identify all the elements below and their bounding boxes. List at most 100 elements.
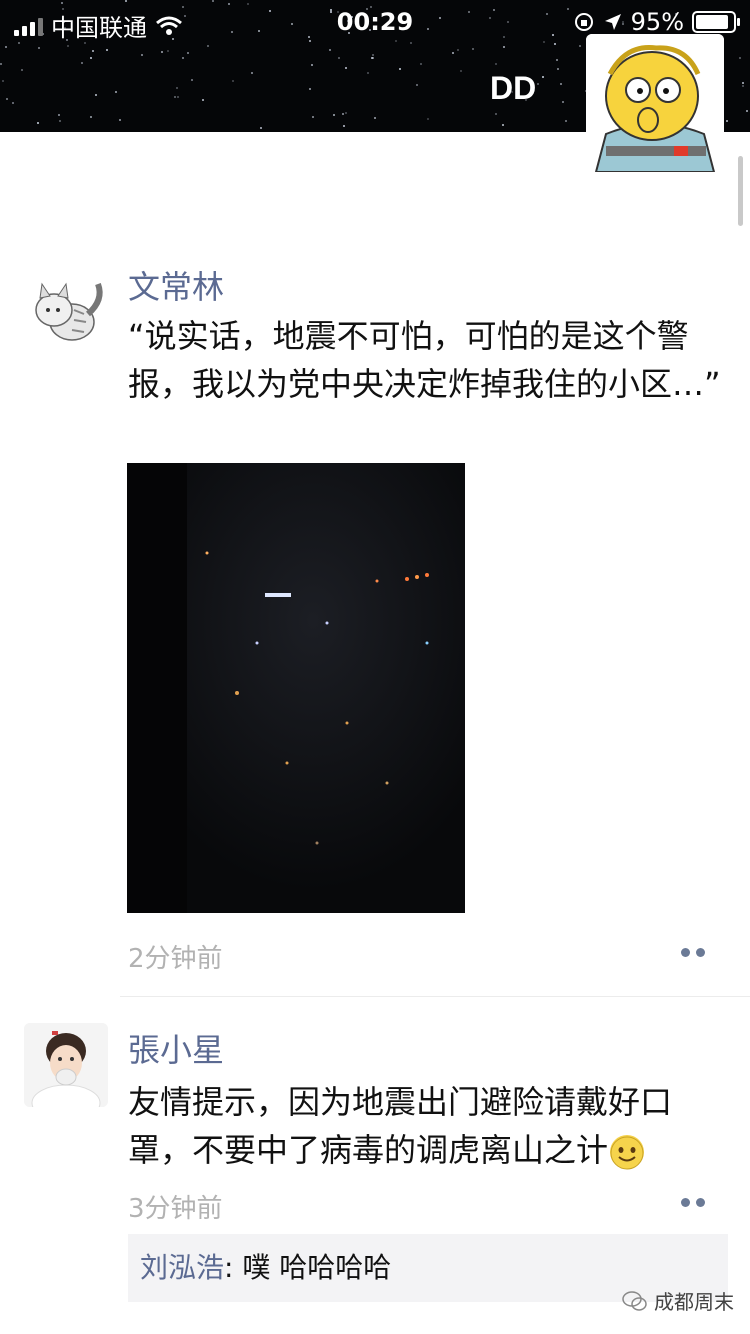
star-dot xyxy=(174,96,176,98)
comment[interactable]: 刘泓浩: 噗 哈哈哈哈 xyxy=(140,1246,391,1286)
star-dot xyxy=(67,45,69,47)
night-city-photo-icon xyxy=(127,463,465,913)
post-author[interactable]: 文常林 xyxy=(128,262,224,308)
battery-percent: 95% xyxy=(630,8,684,36)
star-dot xyxy=(333,114,335,116)
user-avatar[interactable] xyxy=(24,270,108,354)
watermark: 成都周末 xyxy=(622,1286,734,1315)
star-dot xyxy=(343,125,345,127)
star-dot xyxy=(21,69,23,71)
star-dot xyxy=(565,120,567,122)
profile-avatar[interactable] xyxy=(586,34,724,172)
star-dot xyxy=(38,47,40,49)
star-dot xyxy=(556,59,558,61)
star-dot xyxy=(92,50,94,52)
star-dot xyxy=(329,49,331,51)
user-avatar[interactable] xyxy=(24,1023,108,1107)
star-dot xyxy=(460,70,462,72)
star-dot xyxy=(557,68,559,70)
star-dot xyxy=(207,45,209,47)
comment-separator: : xyxy=(224,1251,243,1284)
post-divider xyxy=(120,996,750,997)
star-dot xyxy=(58,114,60,116)
star-dot xyxy=(452,52,454,54)
star-dot xyxy=(399,68,401,70)
star-dot xyxy=(312,116,314,118)
dot-icon xyxy=(681,947,690,957)
star-dot xyxy=(338,57,340,59)
star-dot xyxy=(410,42,412,44)
girl-avatar-icon xyxy=(24,1023,108,1107)
post-time: 3分钟前 xyxy=(128,1194,223,1224)
cartoon-boy-avatar-icon xyxy=(586,34,724,172)
star-dot xyxy=(59,120,61,122)
orientation-lock-icon xyxy=(574,13,593,31)
star-dot xyxy=(5,46,7,48)
star-dot xyxy=(182,57,184,59)
wechat-logo-icon xyxy=(622,1290,647,1311)
more-options-button[interactable] xyxy=(676,944,710,960)
post-image[interactable] xyxy=(127,463,465,913)
dot-icon xyxy=(696,1197,705,1207)
star-dot xyxy=(420,63,422,65)
post-time: 2分钟前 xyxy=(128,944,223,974)
scrollbar[interactable] xyxy=(738,156,743,226)
star-dot xyxy=(37,122,39,124)
star-dot xyxy=(374,117,376,119)
star-dot xyxy=(232,80,234,82)
star-dot xyxy=(416,84,418,86)
battery-icon xyxy=(692,11,740,33)
dot-icon xyxy=(681,1197,690,1207)
star-dot xyxy=(251,72,253,74)
star-dot xyxy=(503,46,505,48)
star-dot xyxy=(141,54,143,56)
post-text: 友情提示，因为地震出门避险请戴好口罩，不要中了病毒的调虎离山之计 xyxy=(128,1083,673,1169)
star-dot xyxy=(187,52,189,54)
star-dot xyxy=(560,83,562,85)
star-dot xyxy=(309,88,311,90)
star-dot xyxy=(746,110,748,112)
dot-icon xyxy=(696,947,705,957)
star-dot xyxy=(115,91,117,93)
star-dot xyxy=(579,45,581,47)
star-dot xyxy=(177,96,179,98)
star-dot xyxy=(726,120,728,122)
star-dot xyxy=(495,63,497,65)
star-dot xyxy=(342,113,344,115)
star-dot xyxy=(191,79,193,81)
star-dot xyxy=(90,57,92,59)
post-author[interactable]: 張小星 xyxy=(128,1025,224,1071)
star-dot xyxy=(495,113,497,115)
star-dot xyxy=(161,51,163,53)
star-dot xyxy=(106,49,108,51)
star-dot xyxy=(345,67,347,69)
star-dot xyxy=(345,112,347,114)
star-dot xyxy=(472,48,474,50)
star-dot xyxy=(167,50,169,52)
star-dot xyxy=(372,57,374,59)
star-dot xyxy=(739,57,741,59)
star-dot xyxy=(6,98,8,100)
star-dot xyxy=(562,101,564,103)
profile-nickname: DD xyxy=(490,70,537,106)
post-text: “说实话，地震不可怕，可怕的是这个警报，我以为党中央决定炸掉我住的小区…” xyxy=(128,317,721,403)
location-icon xyxy=(604,14,621,30)
star-dot xyxy=(90,116,92,118)
star-dot xyxy=(367,72,369,74)
more-options-button[interactable] xyxy=(676,1194,710,1210)
star-dot xyxy=(81,62,83,64)
comment-author[interactable]: 刘泓浩 xyxy=(140,1251,224,1284)
star-dot xyxy=(537,83,539,85)
cat-avatar-icon xyxy=(24,270,108,354)
star-dot xyxy=(372,54,374,56)
star-dot xyxy=(457,49,459,51)
star-dot xyxy=(202,99,204,101)
star-dot xyxy=(119,119,121,121)
star-dot xyxy=(12,102,14,104)
watermark-text: 成都周末 xyxy=(654,1290,734,1314)
star-dot xyxy=(176,87,178,89)
smile-emoji-icon xyxy=(610,1135,645,1170)
post-text-block: 友情提示，因为地震出门避险请戴好口罩，不要中了病毒的调虎离山之计 xyxy=(128,1078,728,1174)
star-dot xyxy=(2,80,4,82)
star-dot xyxy=(742,85,744,87)
